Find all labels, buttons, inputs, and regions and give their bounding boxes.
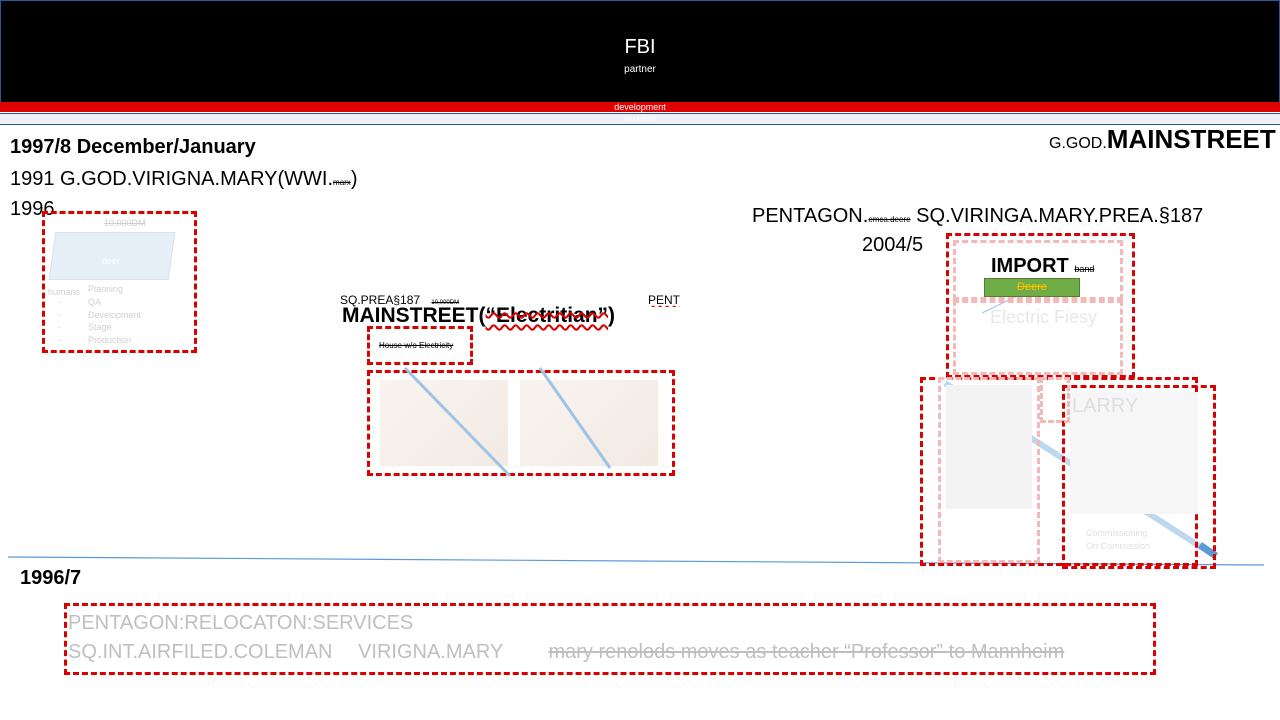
import-text: IMPORT — [991, 255, 1069, 277]
photo-frame-notch — [1040, 377, 1070, 423]
mary-note: mary renolods moves as teacher “Professo… — [548, 641, 1065, 663]
process-item: QA — [88, 296, 102, 307]
pentagon-text: PENTAGON. — [752, 205, 869, 227]
line-1991: 1991 G.GOD.VIRIGNA.MARY(WWI.marx) — [10, 168, 357, 191]
faded-title: Electric Fiesy — [990, 307, 1098, 327]
sq-viringa: SQ.VIRINGA.MARY.PREA.§187 — [916, 205, 1204, 227]
house-label: House w/o Electricity — [379, 341, 454, 350]
mainstreet-title-struck: “Electritian” — [485, 304, 609, 327]
header-subtitle: partner — [624, 64, 656, 75]
import-label: IMPORT band — [991, 255, 1094, 278]
red-band: development — [0, 102, 1280, 112]
airfield-line: SQ.INT.AIRFILED.COLEMAN VIRIGNA.MARY mar… — [68, 641, 1064, 664]
mainstreet-title: MAINSTREET(“Electritian”) — [342, 304, 615, 328]
card-text-1: Commissioning — [1086, 528, 1148, 538]
virigna-text: VIRIGNA.MARY — [358, 641, 503, 663]
left-box-top-label: 10,000DM — [104, 218, 146, 228]
date-heading: 1997/8 December/January — [10, 136, 256, 158]
mainstreet-title-main: MAINSTREET( — [342, 304, 486, 327]
top-right-prefix: G.GOD. — [1049, 135, 1107, 152]
pentagon-small: emca.deere — [868, 215, 911, 224]
faded-portrait-left — [946, 385, 1032, 509]
relocation-line: PENTAGON:RELOCATON:SERVICES — [68, 612, 414, 634]
line-1991-small: marx — [333, 178, 351, 187]
line-1991-close: ) — [350, 168, 358, 190]
year-1996-7: 1996/7 — [20, 567, 82, 589]
top-right-heading: G.GOD.MAINSTREET — [1049, 124, 1276, 155]
larry-label: LARRY — [1072, 395, 1139, 417]
mainstreet-title-close: ) — [608, 304, 616, 327]
pentagon-line: PENTAGON.emca.deere SQ.VIRINGA.MARY.PREA… — [752, 205, 1203, 228]
process-item: Stage — [88, 322, 112, 333]
card-text-2: On Commission — [1086, 541, 1151, 551]
process-item: Production — [88, 335, 132, 346]
process-item: Planning — [88, 284, 124, 294]
faded-photo-right — [520, 380, 658, 466]
import-small: band — [1074, 264, 1095, 274]
year-2004: 2004/5 — [862, 234, 924, 256]
pent-label: PENT — [648, 293, 681, 307]
deer-block-label: deer — [101, 256, 120, 266]
process-item: Development — [88, 309, 142, 320]
header-title: FBI — [624, 36, 656, 58]
airfield-text: SQ.INT.AIRFILED.COLEMAN — [68, 641, 333, 663]
process-list: Planning - QA - Development - Stage - Produc… — [58, 284, 142, 346]
faded-photo-left — [380, 380, 508, 466]
deere-button[interactable]: Deere — [984, 278, 1080, 297]
line-1991-main: 1991 G.GOD.VIRIGNA.MARY(WWI. — [10, 168, 334, 190]
top-right-main: MAINSTREET — [1106, 124, 1276, 154]
